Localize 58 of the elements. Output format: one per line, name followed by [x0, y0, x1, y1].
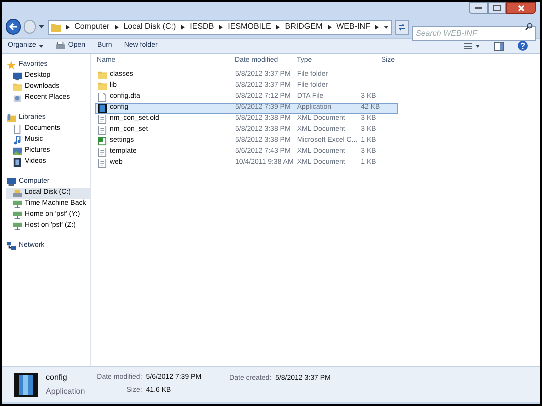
caret-icon [39, 44, 44, 48]
spreadsheet-icon [98, 137, 107, 146]
drive-icon [13, 189, 22, 198]
refresh-icon [398, 24, 406, 30]
breadcrumb[interactable]: WEB-INF [336, 21, 370, 33]
breadcrumb[interactable]: Computer [74, 21, 110, 33]
chevron-icon[interactable] [219, 24, 224, 30]
folder-icon [98, 82, 107, 91]
document-icon [13, 125, 22, 134]
chevron-icon[interactable] [181, 24, 186, 30]
folder-icon [50, 22, 61, 32]
network-drive-icon [13, 211, 22, 220]
library-icon [7, 114, 16, 123]
minimize-button[interactable] [469, 2, 488, 14]
search-field[interactable]: Search WEB-INF [412, 26, 536, 40]
application-icon [14, 372, 38, 396]
help-icon[interactable] [518, 41, 528, 51]
chevron-icon[interactable] [375, 24, 380, 30]
preview-pane-icon[interactable] [494, 42, 504, 50]
file-name: config [46, 372, 68, 384]
maximize-button[interactable] [488, 2, 506, 14]
network-drive-icon [13, 200, 22, 209]
close-button[interactable] [506, 2, 536, 14]
video-icon [13, 158, 22, 167]
folder-icon [13, 83, 22, 92]
address-bar[interactable]: Computer Local Disk (C:) IESDB IESMOBILE BRIDGEM WEB-INF [48, 20, 392, 34]
back-button[interactable] [6, 19, 20, 35]
application-icon [98, 104, 107, 113]
desktop-icon [13, 72, 22, 81]
caret-icon[interactable] [384, 26, 390, 28]
document-icon [98, 148, 107, 157]
recent-places-icon [13, 94, 22, 103]
chevron-icon[interactable] [328, 24, 332, 30]
document-icon [98, 115, 107, 124]
computer-icon [7, 178, 16, 187]
breadcrumb[interactable]: BRIDGEM [285, 21, 323, 33]
breadcrumb[interactable]: IESDB [190, 21, 214, 33]
caret-icon[interactable] [39, 25, 45, 29]
file-type: Application [46, 386, 86, 398]
breadcrumb[interactable]: Local Disk (C:) [124, 21, 176, 33]
chevron-icon[interactable] [276, 24, 280, 30]
chevron-icon[interactable] [66, 24, 70, 30]
view-options-icon[interactable] [464, 42, 480, 50]
back-arrow-icon [8, 23, 18, 31]
document-icon [98, 159, 107, 168]
close-icon [518, 4, 524, 12]
document-icon [98, 126, 107, 135]
search-icon [525, 23, 533, 31]
breadcrumb[interactable]: IESMOBILE [228, 21, 272, 33]
picture-icon [13, 147, 22, 156]
chevron-icon[interactable] [114, 24, 119, 30]
printer-icon [56, 42, 66, 50]
network-icon [7, 242, 16, 251]
folder-icon [98, 71, 107, 80]
refresh-button[interactable] [395, 20, 409, 34]
music-icon [13, 136, 22, 145]
network-drive-icon [13, 222, 22, 231]
star-icon [7, 61, 16, 70]
